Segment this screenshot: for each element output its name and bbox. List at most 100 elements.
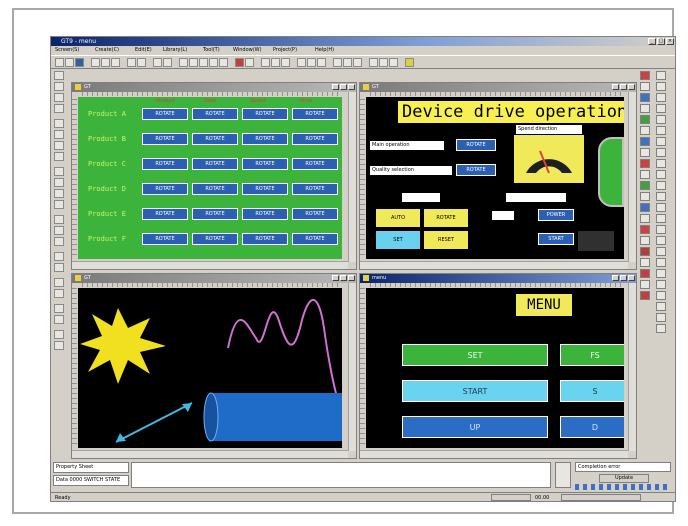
grid-icon[interactable] <box>179 58 188 67</box>
ext-tool-13-icon[interactable] <box>656 203 666 212</box>
data-icon[interactable] <box>343 58 352 67</box>
grid-button[interactable]: ROTATE <box>242 183 288 195</box>
open-icon[interactable] <box>65 58 74 67</box>
grid-button[interactable]: ROTATE <box>192 183 238 195</box>
ext-tool-16-icon[interactable] <box>656 236 666 245</box>
menu-edit[interactable]: Edit(E) <box>135 46 152 55</box>
ext-tool-15-icon[interactable] <box>656 225 666 234</box>
product-minimize-button[interactable] <box>332 84 339 90</box>
ext-tool-20-icon[interactable] <box>656 280 666 289</box>
group-icon[interactable] <box>209 58 218 67</box>
main-operation-button[interactable]: ROTATE <box>456 139 496 151</box>
menu-screen[interactable]: Screen(S) <box>55 46 79 55</box>
graphics-maximize-button[interactable] <box>340 275 347 281</box>
ext-tool-5-icon[interactable] <box>656 115 666 124</box>
device-close-button[interactable] <box>628 84 635 90</box>
graph-object-icon[interactable] <box>640 159 650 168</box>
circle-tool-icon[interactable] <box>54 104 64 113</box>
rotate-button[interactable]: ROTATE <box>424 209 468 227</box>
trend-object-icon[interactable] <box>640 170 650 179</box>
switch-object-icon[interactable] <box>640 71 650 80</box>
grid-button[interactable]: ROTATE <box>142 108 188 120</box>
grid-button[interactable]: ROTATE <box>292 108 338 120</box>
rect-tool-icon[interactable] <box>54 93 64 102</box>
lamp-object-icon[interactable] <box>640 82 650 91</box>
grid-button[interactable]: ROTATE <box>242 233 288 245</box>
list-icon[interactable] <box>333 58 342 67</box>
menu-window-titlebar[interactable]: menu <box>360 274 636 283</box>
device-window-titlebar[interactable]: GT <box>360 83 636 92</box>
image-tool-icon[interactable] <box>54 189 64 198</box>
ext-tool-23-icon[interactable] <box>656 313 666 322</box>
close-button[interactable]: × <box>666 38 674 45</box>
grid-tool-icon[interactable] <box>54 330 64 339</box>
recipe-object-icon[interactable] <box>640 225 650 234</box>
distribute-icon[interactable] <box>199 58 208 67</box>
menu-right-green-button[interactable]: FS <box>560 344 624 366</box>
maximize-button[interactable]: □ <box>657 38 665 45</box>
video-object-icon[interactable] <box>640 236 650 245</box>
auto-button[interactable]: AUTO <box>376 209 420 227</box>
copy-icon[interactable] <box>111 58 120 67</box>
menu-canvas[interactable]: MENU SET START UP FS S D <box>366 288 624 448</box>
grid-button[interactable]: ROTATE <box>292 158 338 170</box>
reset-button[interactable]: RESET <box>424 231 468 249</box>
product-close-button[interactable] <box>348 84 355 90</box>
ext-tool-2-icon[interactable] <box>656 82 666 91</box>
grid-button[interactable]: ROTATE <box>292 208 338 220</box>
device-horizontal-scrollbar[interactable] <box>360 261 628 269</box>
menu-create[interactable]: Create(C) <box>95 46 119 55</box>
grid-button[interactable]: ROTATE <box>192 108 238 120</box>
graphics-window-titlebar[interactable]: GT <box>72 274 356 283</box>
grid-button[interactable]: ROTATE <box>242 208 288 220</box>
clock-object-icon[interactable] <box>640 115 650 124</box>
grid-button[interactable]: ROTATE <box>242 158 288 170</box>
ascii-object-icon[interactable] <box>640 104 650 113</box>
menu-screen-window[interactable]: menu MENU SET START UP FS S D <box>359 273 637 459</box>
help-icon[interactable] <box>405 58 414 67</box>
fill-tool-icon[interactable] <box>54 226 64 235</box>
ext-tool-14-icon[interactable] <box>656 214 666 223</box>
menu-horizontal-scrollbar[interactable] <box>360 450 628 458</box>
alarm-object-icon[interactable] <box>640 137 650 146</box>
grid-button[interactable]: ROTATE <box>192 133 238 145</box>
playback-controls[interactable] <box>575 484 671 490</box>
pie-tool-icon[interactable] <box>54 152 64 161</box>
menu-right-blue-button[interactable]: D <box>560 416 624 438</box>
paste-icon[interactable] <box>127 58 136 67</box>
set-button[interactable]: SET <box>376 231 420 249</box>
product-maximize-button[interactable] <box>340 84 347 90</box>
monitor-icon[interactable] <box>245 58 254 67</box>
layer-icon[interactable] <box>307 58 316 67</box>
print-object-icon[interactable] <box>640 247 650 256</box>
device-minimize-button[interactable] <box>612 84 619 90</box>
level-object-icon[interactable] <box>640 181 650 190</box>
property-sheet-tab[interactable]: Property Sheet <box>53 462 129 473</box>
ext-tool-18-icon[interactable] <box>656 258 666 267</box>
grid-button[interactable]: ROTATE <box>192 233 238 245</box>
graphics-vertical-scrollbar[interactable] <box>348 283 356 451</box>
window-icon[interactable] <box>261 58 270 67</box>
minimize-button[interactable]: _ <box>648 38 656 45</box>
table-tool-icon[interactable] <box>54 263 64 272</box>
graphics-horizontal-scrollbar[interactable] <box>72 450 348 458</box>
bitmap-tool-icon[interactable] <box>54 252 64 261</box>
menu-help[interactable]: Help(H) <box>315 46 334 55</box>
quality-selection-button[interactable]: ROTATE <box>456 164 496 176</box>
ext-tool-3-icon[interactable] <box>656 93 666 102</box>
front-tool-icon[interactable] <box>54 304 64 313</box>
select-tool-icon[interactable] <box>54 71 64 80</box>
grid-button[interactable]: ROTATE <box>292 133 338 145</box>
product-screen-window[interactable]: GT Product Date Speed Price Product A Pr… <box>71 82 357 270</box>
ext-tool-21-icon[interactable] <box>656 291 666 300</box>
product-vertical-scrollbar[interactable] <box>348 92 356 262</box>
grid-button[interactable]: ROTATE <box>142 133 188 145</box>
ext-tool-6-icon[interactable] <box>656 126 666 135</box>
menu-library[interactable]: Library(L) <box>163 46 187 55</box>
polygon-tool-icon[interactable] <box>54 130 64 139</box>
graphics-canvas[interactable] <box>78 288 342 448</box>
ext-tool-4-icon[interactable] <box>656 104 666 113</box>
grid-button[interactable]: ROTATE <box>292 233 338 245</box>
zoom-icon[interactable] <box>163 58 172 67</box>
graphics-close-button[interactable] <box>348 275 355 281</box>
